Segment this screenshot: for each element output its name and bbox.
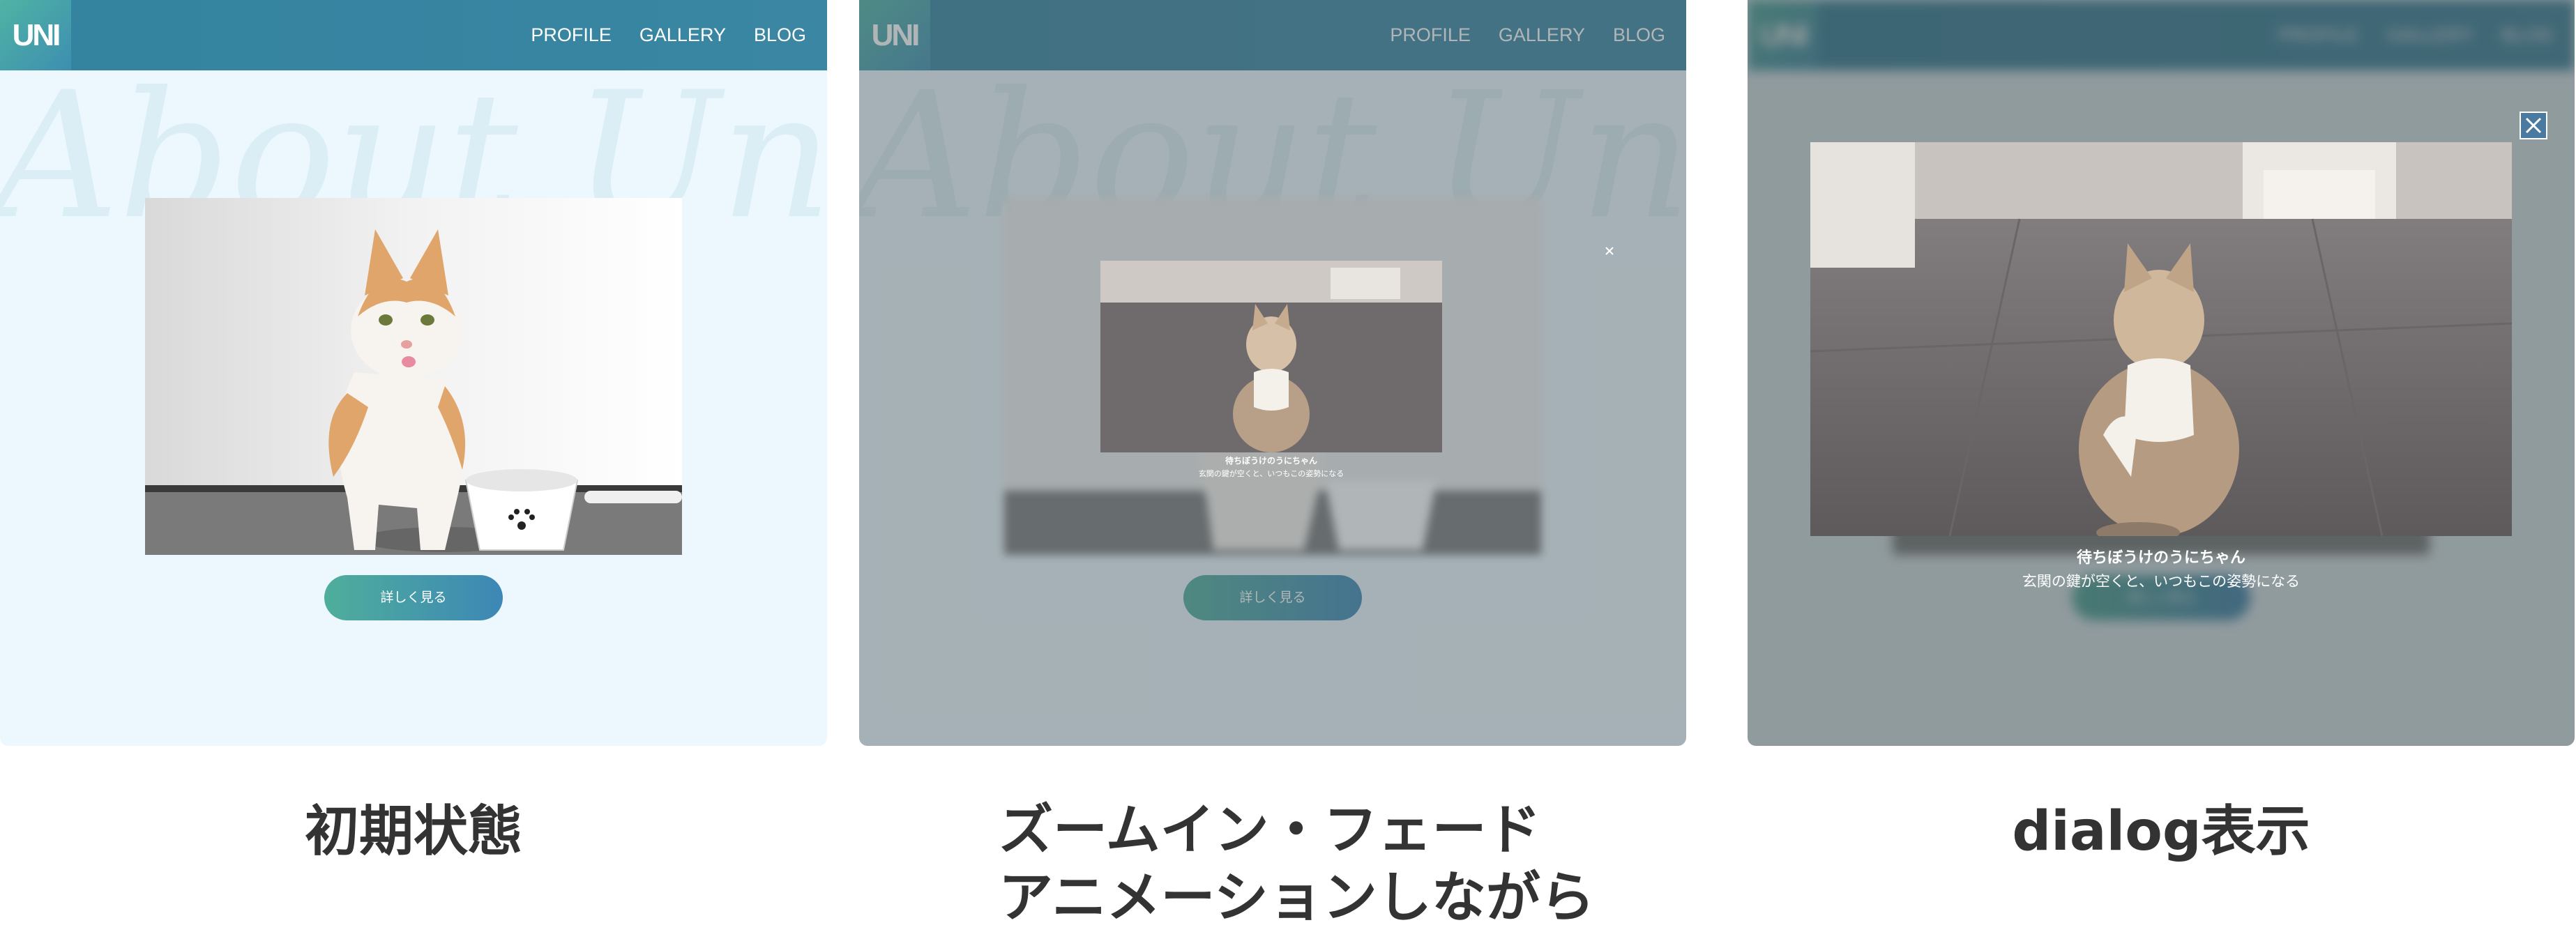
dialog-caption-text: 玄関の鍵が空くと、いつもこの姿勢になる	[2022, 573, 2301, 590]
panel-animating: UNI PROFILE GALLERY BLOG About Uni 詳しく見る	[859, 0, 1686, 746]
cat-photo-image	[145, 198, 682, 555]
dialog-close-button[interactable]	[2520, 112, 2547, 139]
dialog-caption-text: 玄関の鍵が空くと、いつもこの姿勢になる	[1198, 469, 1344, 478]
nav-gallery[interactable]: GALLERY	[639, 24, 726, 46]
site-logo[interactable]: UNI	[0, 0, 71, 70]
panel-dialog-shown: UNI PROFILE GALLERY BLOG 詳しく見る	[1748, 0, 2575, 746]
cat-photo[interactable]	[145, 198, 682, 555]
dialog-caption-title: 待ちぼうけのうにちゃん	[1225, 456, 1317, 466]
dialog-image	[1810, 142, 2512, 536]
label-animating-line2: アニメーションしながら	[999, 866, 1595, 929]
close-icon	[1605, 247, 1614, 255]
site-header: UNI PROFILE GALLERY BLOG	[0, 0, 827, 70]
waiting-cat-image	[1100, 261, 1442, 452]
panel-initial-state: UNI PROFILE GALLERY BLOG About Uni 詳しく見る	[0, 0, 827, 746]
site-nav: PROFILE GALLERY BLOG	[531, 0, 806, 70]
label-initial-state: 初期状態	[304, 800, 522, 863]
nav-profile[interactable]: PROFILE	[531, 24, 612, 46]
dialog-close-button[interactable]	[1604, 245, 1615, 257]
dialog-image	[1100, 261, 1442, 452]
label-dialog-shown: dialog表示	[2012, 800, 2310, 863]
nav-blog[interactable]: BLOG	[754, 24, 806, 46]
close-icon	[2525, 117, 2542, 134]
dialog-caption-title: 待ちぼうけのうにちゃん	[2076, 549, 2245, 567]
details-button[interactable]: 詳しく見る	[324, 575, 503, 620]
label-animating-line1: ズームイン・フェード	[999, 799, 1541, 862]
waiting-cat-image	[1810, 142, 2512, 536]
